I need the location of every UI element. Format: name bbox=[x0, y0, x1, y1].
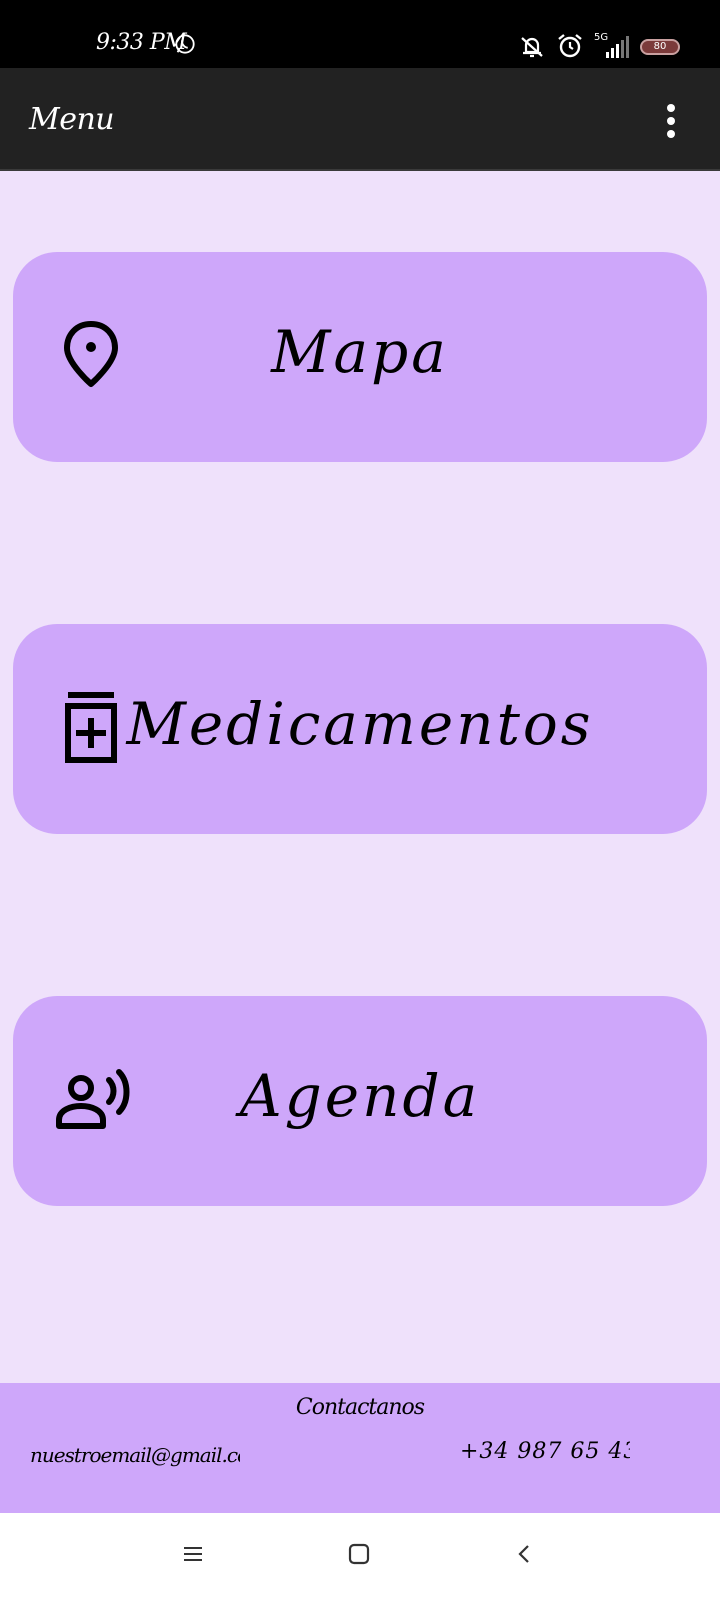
status-bar: 9:33 PM 5G 80 bbox=[0, 0, 720, 68]
battery-level: 80 bbox=[653, 41, 667, 52]
mapa-label: Mapa bbox=[271, 318, 449, 386]
app-bar: Menu bbox=[0, 68, 720, 171]
footer-title: Contactanos bbox=[295, 1395, 425, 1420]
contact-footer: Contactanos nuestroemail@gmail.com +34 9… bbox=[0, 1383, 720, 1513]
recent-apps-icon[interactable] bbox=[178, 1539, 208, 1569]
signal-icon bbox=[606, 36, 629, 58]
agenda-button[interactable]: Agenda bbox=[13, 996, 707, 1206]
home-icon[interactable] bbox=[344, 1539, 374, 1569]
contact-email[interactable]: nuestroemail@gmail.com bbox=[30, 1443, 240, 1467]
contact-phone[interactable]: +34 987 65 43 21 bbox=[460, 1439, 630, 1464]
more-vert-icon[interactable] bbox=[663, 104, 679, 140]
status-time: 9:33 PM bbox=[96, 30, 187, 55]
mapa-button[interactable]: Mapa bbox=[13, 252, 707, 462]
mute-icon bbox=[521, 37, 543, 58]
medicamentos-button[interactable]: Medicamentos bbox=[13, 624, 707, 834]
whatsapp-icon bbox=[175, 34, 195, 54]
back-icon[interactable] bbox=[510, 1539, 540, 1569]
agenda-label: Agenda bbox=[239, 1062, 481, 1130]
system-nav-bar bbox=[0, 1513, 720, 1600]
battery-icon: 80 bbox=[640, 39, 680, 55]
page-title: Menu bbox=[29, 102, 115, 137]
alarm-icon bbox=[558, 34, 582, 58]
medicamentos-label: Medicamentos bbox=[126, 690, 594, 758]
